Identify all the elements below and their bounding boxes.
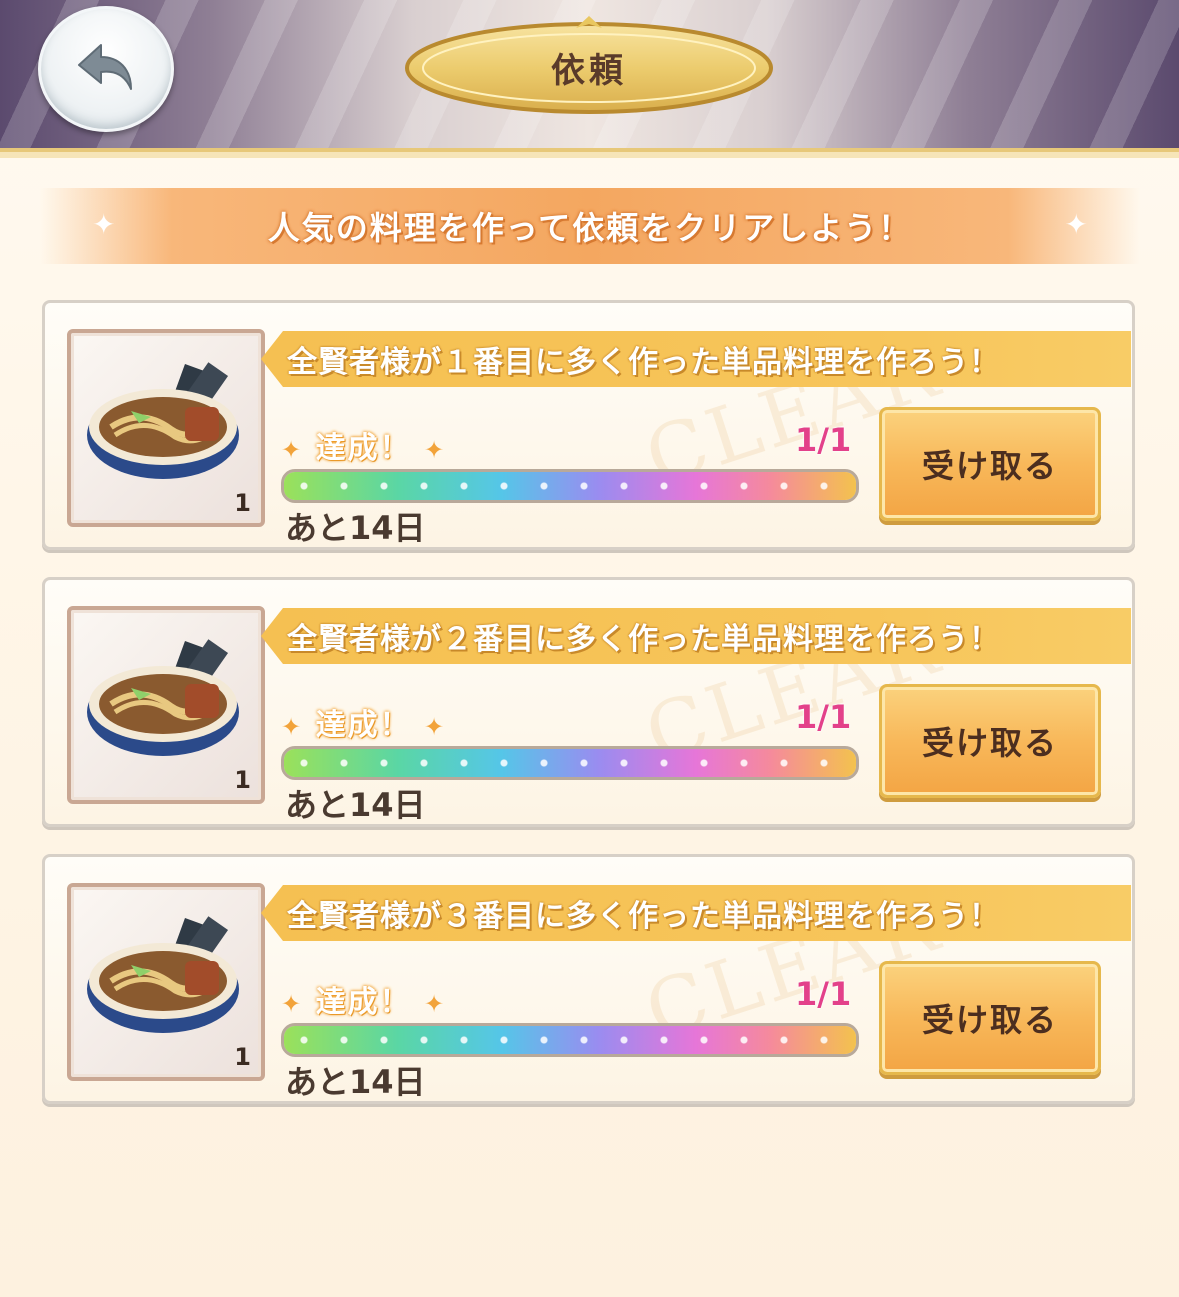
- ramen-bowl-icon: [87, 362, 239, 479]
- request-description: 全賢者様が２番目に多く作った単品料理を作ろう！: [287, 622, 1000, 657]
- item-thumbnail[interactable]: 1: [67, 329, 265, 527]
- item-thumbnail[interactable]: 1: [67, 883, 265, 1081]
- item-quantity: 1: [234, 489, 251, 517]
- request-description: 全賢者様が３番目に多く作った単品料理を作ろう！: [287, 899, 1000, 934]
- progress-fill: [284, 472, 856, 500]
- subtitle-banner: ✦ 人気の料理を作って依頼をクリアしよう！ ✦: [40, 188, 1140, 264]
- page-title: 依頼: [551, 50, 627, 91]
- back-arrow-icon: [78, 44, 132, 90]
- status-text: 達成！: [315, 708, 412, 743]
- progress-count: 1/1: [795, 421, 852, 459]
- sparkle-icon: ✦: [281, 713, 304, 741]
- sparkle-icon: ✦: [424, 436, 447, 464]
- status-text: 達成！: [315, 985, 412, 1020]
- claim-button[interactable]: 受け取る: [879, 684, 1101, 798]
- header-bar: 依頼: [0, 0, 1179, 158]
- sparkle-icon: ✦: [281, 990, 304, 1018]
- sparkle-icon: ✦: [92, 208, 116, 241]
- request-description: 全賢者様が１番目に多く作った単品料理を作ろう！: [287, 345, 1000, 380]
- back-button[interactable]: [38, 6, 174, 132]
- banner-text: 人気の料理を作って依頼をクリアしよう！: [267, 209, 913, 247]
- request-card: CLEAR 1 全賢者様が１番目に多く作った単品料理を作ろう！ ✦ 達成！ ✦ …: [42, 300, 1135, 550]
- sparkle-icon: ✦: [424, 713, 447, 741]
- sparkle-icon: ✦: [424, 990, 447, 1018]
- request-card: CLEAR 1 全賢者様が３番目に多く作った単品料理を作ろう！ ✦ 達成！ ✦ …: [42, 854, 1135, 1104]
- ramen-bowl-icon: [87, 916, 239, 1033]
- progress-count: 1/1: [795, 698, 852, 736]
- request-card: CLEAR 1 全賢者様が２番目に多く作った単品料理を作ろう！ ✦ 達成！ ✦ …: [42, 577, 1135, 827]
- ramen-bowl-icon: [87, 639, 239, 756]
- item-thumbnail[interactable]: 1: [67, 606, 265, 804]
- item-quantity: 1: [234, 1043, 251, 1071]
- claim-button[interactable]: 受け取る: [879, 407, 1101, 521]
- remaining-days: あと14日: [285, 786, 426, 824]
- item-quantity: 1: [234, 766, 251, 794]
- progress-fill: [284, 749, 856, 777]
- remaining-days: あと14日: [285, 509, 426, 547]
- achieved-label: ✦ 達成！ ✦: [281, 700, 446, 744]
- status-text: 達成！: [315, 431, 412, 466]
- progress-bar: [281, 746, 859, 780]
- sparkle-icon: ✦: [1064, 208, 1088, 241]
- progress-bar: [281, 1023, 859, 1057]
- request-description-band: 全賢者様が３番目に多く作った単品料理を作ろう！: [261, 885, 1131, 941]
- request-description-band: 全賢者様が１番目に多く作った単品料理を作ろう！: [261, 331, 1131, 387]
- progress-count: 1/1: [795, 975, 852, 1013]
- claim-button[interactable]: 受け取る: [879, 961, 1101, 1075]
- title-plate: 依頼: [402, 16, 776, 118]
- remaining-days: あと14日: [285, 1063, 426, 1101]
- achieved-label: ✦ 達成！ ✦: [281, 423, 446, 467]
- request-description-band: 全賢者様が２番目に多く作った単品料理を作ろう！: [261, 608, 1131, 664]
- progress-fill: [284, 1026, 856, 1054]
- achieved-label: ✦ 達成！ ✦: [281, 977, 446, 1021]
- progress-bar: [281, 469, 859, 503]
- sparkle-icon: ✦: [281, 436, 304, 464]
